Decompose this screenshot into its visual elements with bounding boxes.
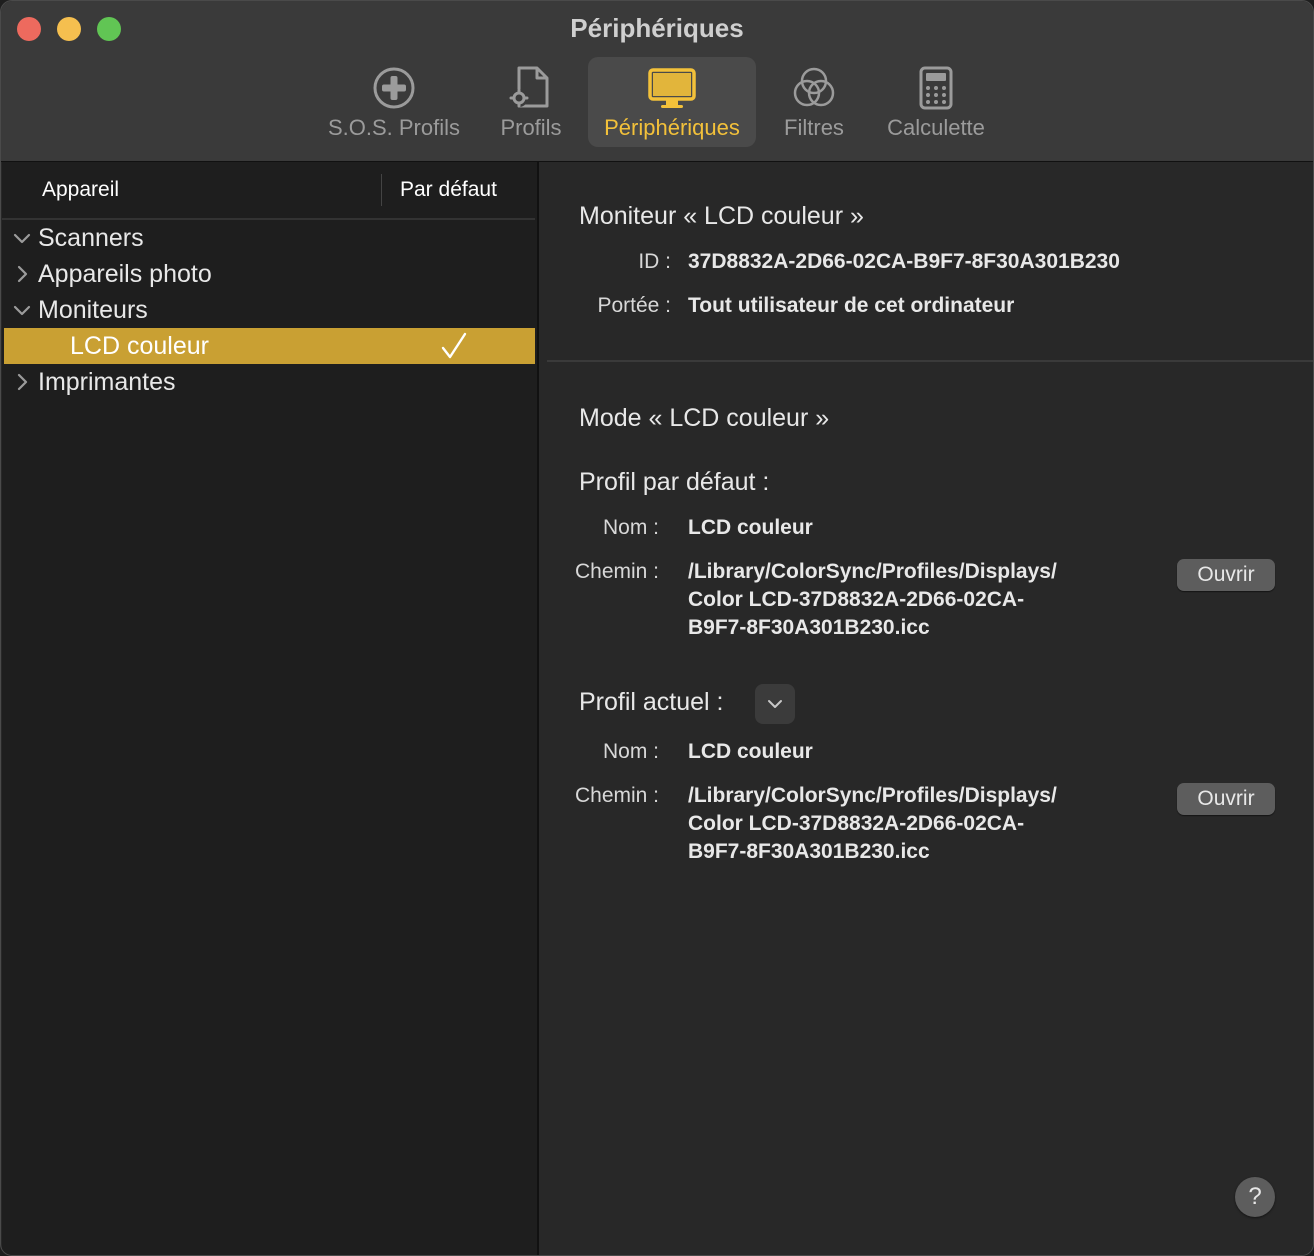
sidebar-item-lcd-couleur[interactable]: LCD couleur [4, 328, 535, 364]
current-profile-path-label: Chemin : [574, 784, 659, 807]
calculator-icon [906, 63, 966, 113]
tab-filtres[interactable]: Filtres [771, 57, 857, 147]
chevron-right-icon[interactable] [12, 262, 32, 286]
column-device[interactable]: Appareil [42, 178, 119, 202]
default-profile-name-value: LCD couleur [688, 516, 813, 539]
filters-icon [784, 63, 844, 113]
default-profile-path-label: Chemin : [574, 560, 659, 583]
column-divider [381, 174, 382, 206]
chevron-down-icon[interactable] [12, 298, 32, 322]
open-current-profile-button[interactable]: Ouvrir [1177, 783, 1275, 815]
current-profile-path-value: /Library/ColorSync/Profiles/Displays/ Co… [688, 784, 1057, 863]
first-aid-icon [364, 63, 424, 113]
window-title: Périphériques [570, 13, 744, 43]
scope-label: Portée : [597, 294, 671, 317]
chevron-right-icon[interactable] [12, 370, 32, 394]
sidebar-item-appareils-photo[interactable]: Appareils photo [4, 256, 535, 292]
display-icon [642, 63, 702, 113]
id-value: 37D8832A-2D66-02CA-B9F7-8F30A301B230 [688, 250, 1120, 273]
current-profile-name-label: Nom : [602, 740, 659, 763]
tab-sos-profils[interactable]: S.O.S. Profils [317, 57, 471, 147]
profile-document-icon [501, 63, 561, 113]
toolbar: S.O.S. Profils Profils Périphériques Fil… [1, 57, 1313, 147]
default-profile-name-label: Nom : [602, 516, 659, 539]
mode-title: Mode « LCD couleur » [579, 404, 830, 432]
open-default-profile-button[interactable]: Ouvrir [1177, 559, 1275, 591]
sidebar-column-header: Appareil Par défaut [2, 162, 535, 220]
sidebar-item-imprimantes[interactable]: Imprimantes [4, 364, 535, 400]
default-profile-path-value: /Library/ColorSync/Profiles/Displays/ Co… [688, 560, 1057, 639]
chevron-down-icon [768, 700, 782, 708]
current-profile-title: Profil actuel : [579, 688, 724, 716]
sidebar-item-moniteurs[interactable]: Moniteurs [4, 292, 535, 328]
default-profile-title: Profil par défaut : [579, 468, 770, 496]
section-divider [547, 360, 1313, 362]
tab-calculette[interactable]: Calculette [877, 57, 995, 147]
help-button[interactable]: ? [1235, 1177, 1275, 1217]
current-profile-name-value: LCD couleur [688, 740, 813, 763]
tab-profils[interactable]: Profils [487, 57, 575, 147]
column-default[interactable]: Par défaut [400, 178, 497, 202]
title-bar: Périphériques S.O.S. Profils Profils Pér… [1, 1, 1313, 162]
tab-peripheriques[interactable]: Périphériques [588, 57, 756, 147]
chevron-down-icon[interactable] [12, 226, 32, 250]
detail-panel: Moniteur « LCD couleur » ID : 37D8832A-2… [539, 162, 1313, 1255]
current-profile-popup[interactable] [755, 684, 795, 724]
app-window: Périphériques S.O.S. Profils Profils Pér… [0, 0, 1314, 1256]
scope-value: Tout utilisateur de cet ordinateur [688, 294, 1015, 317]
device-sidebar: Appareil Par défaut Scanners Appareils p… [2, 162, 539, 1255]
sidebar-item-scanners[interactable]: Scanners [4, 220, 535, 256]
id-label: ID : [638, 250, 671, 273]
monitor-title: Moniteur « LCD couleur » [579, 202, 864, 230]
checkmark-icon [441, 332, 467, 359]
